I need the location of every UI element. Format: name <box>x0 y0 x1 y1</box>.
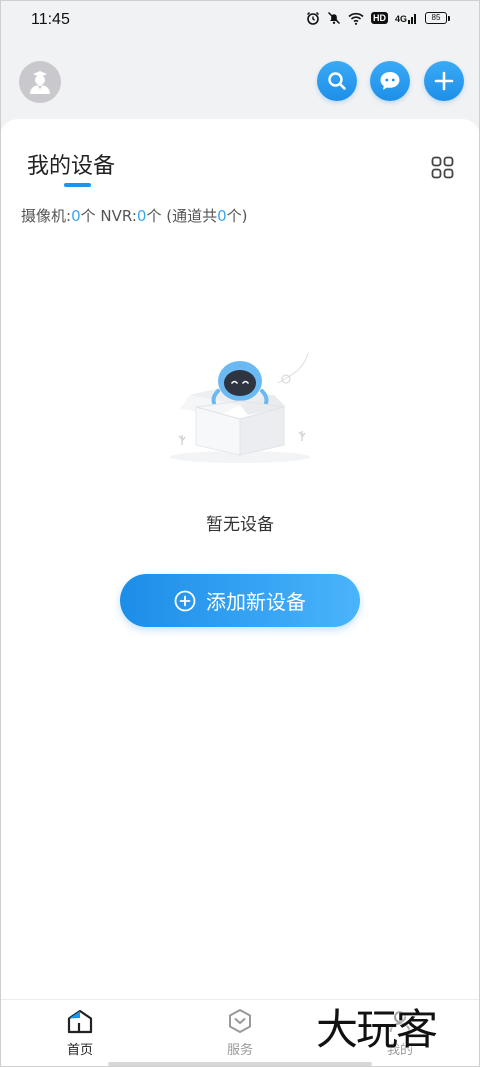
camera-label: 摄像机: <box>21 207 72 225</box>
grid-icon[interactable] <box>431 156 454 179</box>
status-bar: 11:45 HD 4G 85 <box>0 0 480 42</box>
channel-count: 0 <box>217 207 227 225</box>
battery-indicator: 85 <box>425 12 450 24</box>
alarm-icon <box>306 11 320 25</box>
nvr-label: NVR: <box>95 207 137 225</box>
status-icons: HD 4G 85 <box>306 11 450 25</box>
empty-state-text: 暂无设备 <box>206 515 274 535</box>
device-count-summary: 摄像机:0个 NVR:0个 (通道共0个) <box>21 205 247 226</box>
mute-bell-icon <box>327 11 341 25</box>
battery-level: 85 <box>425 12 447 24</box>
battery-tip <box>448 15 450 21</box>
watermark: 大玩客 <box>316 1005 438 1054</box>
home-indicator[interactable] <box>108 1062 372 1066</box>
service-icon <box>229 1009 251 1033</box>
nav-service-label: 服务 <box>226 1043 253 1058</box>
channel-prefix: (通道共 <box>161 207 218 225</box>
search-button[interactable] <box>317 61 357 101</box>
add-device-label: 添加新设备 <box>206 590 306 614</box>
nav-home[interactable]: 首页 <box>40 1008 120 1058</box>
empty-box-robot-illustration <box>170 352 310 463</box>
camera-count: 0 <box>71 207 81 225</box>
add-device-button[interactable]: 添加新设备 <box>120 574 360 627</box>
network-type: 4G <box>394 14 407 24</box>
chat-icon <box>380 72 400 90</box>
home-icon <box>67 1009 93 1034</box>
signal-bars-icon <box>408 14 416 24</box>
message-button[interactable] <box>370 61 410 101</box>
add-button[interactable] <box>424 61 464 101</box>
hd-badge: HD <box>370 12 388 24</box>
nav-service[interactable]: 服务 <box>200 1008 280 1058</box>
cellular-signal: 4G <box>395 12 418 24</box>
camera-unit: 个 <box>80 207 96 225</box>
status-time: 11:45 <box>31 11 70 28</box>
avatar[interactable] <box>19 61 61 103</box>
device-panel <box>0 119 480 999</box>
user-avatar-icon <box>30 71 50 94</box>
nvr-count: 0 <box>136 207 147 225</box>
wifi-icon <box>348 12 364 25</box>
search-icon <box>328 72 346 90</box>
plus-icon <box>434 71 454 91</box>
page-title: 我的设备 <box>27 154 116 179</box>
channel-suffix: 个) <box>226 207 248 225</box>
plus-circle-icon <box>174 590 196 611</box>
nvr-unit: 个 <box>146 207 162 225</box>
nav-home-label: 首页 <box>66 1043 93 1058</box>
title-underline <box>64 183 91 187</box>
